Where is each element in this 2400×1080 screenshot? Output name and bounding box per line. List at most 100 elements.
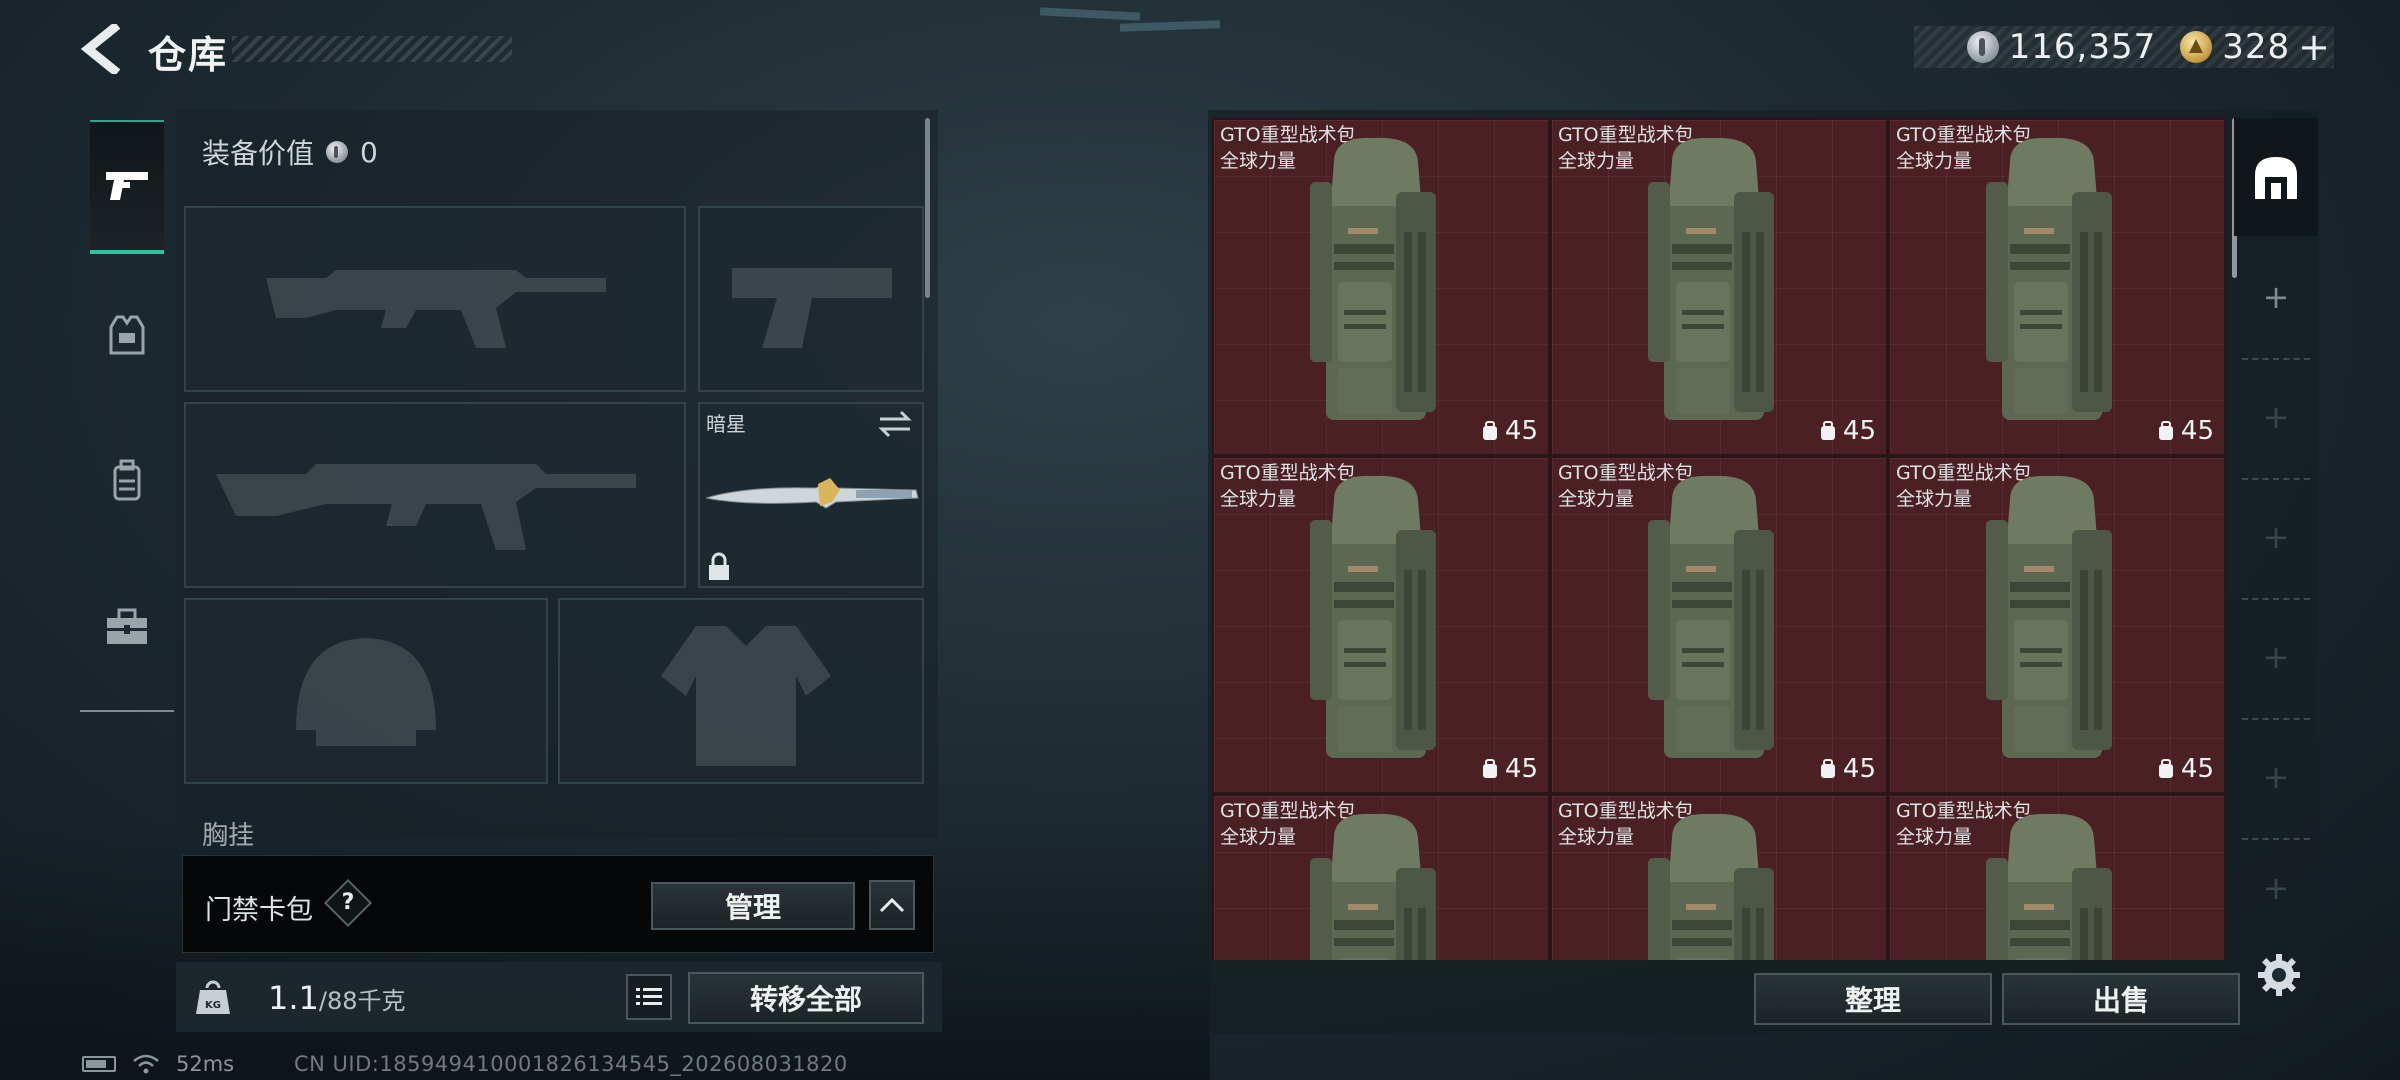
inventory-item[interactable]: GTO重型战术包 全球力量 45 xyxy=(1212,456,1550,794)
equipment-value-amount: 0 xyxy=(360,135,378,169)
equipment-scrollbar[interactable] xyxy=(925,118,930,298)
add-storage-label: + xyxy=(2262,758,2290,796)
inventory-panel: GTO重型战术包 全球力量 45 GTO重型战术包 全球力量 45 GTO重型战… xyxy=(1208,110,2318,1034)
inventory-item[interactable]: GTO重型战术包 全球力量 45 xyxy=(1888,794,2226,960)
inventory-item[interactable]: GTO重型战术包 全球力量 45 xyxy=(1550,456,1888,794)
item-subtitle: 全球力量 xyxy=(1220,826,1297,848)
settings-gear-icon[interactable] xyxy=(2256,952,2302,998)
primary-weapon-slot[interactable] xyxy=(184,206,686,392)
armor-silhouette-icon xyxy=(661,626,831,766)
secondary-weapon-slot[interactable] xyxy=(184,402,686,588)
equipment-value: 装备价值 0 xyxy=(202,132,378,172)
item-capacity-value: 45 xyxy=(1504,754,1538,784)
add-storage-tab[interactable]: + xyxy=(2234,238,2318,356)
ceiling-light xyxy=(1039,7,1141,21)
item-subtitle: 全球力量 xyxy=(1896,150,1973,172)
warehouse-icon xyxy=(2255,157,2297,199)
backpack-icon xyxy=(1986,137,2112,420)
item-subtitle: 全球力量 xyxy=(1558,150,1635,172)
rail-divider xyxy=(80,710,174,712)
silver-amount: 116,357 xyxy=(2008,27,2157,67)
item-capacity: 45 xyxy=(2157,416,2214,446)
item-capacity-value: 45 xyxy=(2180,416,2214,446)
tab-supplies[interactable] xyxy=(90,560,164,694)
add-storage-label: + xyxy=(2262,398,2290,436)
list-view-button[interactable] xyxy=(626,974,672,1020)
back-arrow-icon[interactable] xyxy=(78,24,124,74)
ping-value: 52ms xyxy=(176,1052,235,1076)
toolbox-icon xyxy=(107,608,147,644)
inventory-item[interactable]: GTO重型战术包 全球力量 45 xyxy=(1550,118,1888,456)
weight-readout: 1.1/88千克 xyxy=(268,979,406,1017)
inventory-item[interactable]: GTO重型战术包 全球力量 45 xyxy=(1550,794,1888,960)
add-storage-tab[interactable]: + xyxy=(2234,838,2318,938)
item-subtitle: 全球力量 xyxy=(1896,826,1973,848)
add-storage-tab[interactable]: + xyxy=(2234,478,2318,596)
tab-main-storage[interactable] xyxy=(2234,118,2318,236)
tab-weapons[interactable] xyxy=(90,120,164,254)
item-capacity-value: 45 xyxy=(2180,754,2214,784)
item-capacity: 45 xyxy=(1481,754,1538,784)
item-capacity-value: 45 xyxy=(1842,416,1876,446)
add-storage-label: + xyxy=(2262,278,2290,316)
backpack-icon xyxy=(1310,813,1436,960)
capacity-bag-icon xyxy=(2158,759,2173,778)
silver-coin-icon xyxy=(326,141,349,163)
manage-button[interactable]: 管理 xyxy=(651,882,855,930)
pistol-silhouette-icon xyxy=(732,268,892,348)
tab-gear[interactable] xyxy=(90,268,164,402)
sort-button[interactable]: 整理 xyxy=(1754,973,1992,1025)
pistol-slot[interactable] xyxy=(698,206,924,392)
add-storage-tab[interactable]: + xyxy=(2234,598,2318,716)
item-capacity: 45 xyxy=(1819,754,1876,784)
transfer-all-button[interactable]: 转移全部 xyxy=(688,972,924,1024)
device-status: 52ms xyxy=(82,1052,234,1076)
weight-bar: KG 1.1/88千克 转移全部 xyxy=(176,962,942,1032)
chest-rig-label: 胸挂 xyxy=(202,821,255,851)
helmet-slot[interactable] xyxy=(184,598,548,784)
item-capacity-value: 45 xyxy=(1504,416,1538,446)
backpack-icon xyxy=(113,459,141,501)
inventory-item[interactable]: GTO重型战术包 全球力量 45 xyxy=(1888,118,2226,456)
access-card-bag: 门禁卡包 ? 管理 xyxy=(182,855,934,953)
backpack-icon xyxy=(1986,813,2112,960)
currency-bar: 116,357 328 + xyxy=(1914,25,2334,69)
rifle-silhouette-icon xyxy=(216,464,636,550)
weight-current: 1.1 xyxy=(268,979,319,1017)
capacity-bag-icon xyxy=(1482,759,1497,778)
item-capacity: 45 xyxy=(1819,416,1876,446)
add-currency-button[interactable]: + xyxy=(2298,25,2330,69)
armor-slot[interactable] xyxy=(558,598,924,784)
help-icon[interactable]: ? xyxy=(323,878,373,928)
melee-slot[interactable]: 暗星 xyxy=(698,402,924,588)
backpack-icon xyxy=(1310,475,1436,758)
backpack-icon xyxy=(1648,813,1774,960)
access-card-label: 门禁卡包 xyxy=(205,895,313,926)
item-subtitle: 全球力量 xyxy=(1558,826,1635,848)
item-capacity: 45 xyxy=(1481,416,1538,446)
backpack-icon xyxy=(1648,137,1774,420)
item-subtitle: 全球力量 xyxy=(1220,488,1297,510)
item-subtitle: 全球力量 xyxy=(1220,150,1297,172)
backpack-icon xyxy=(1648,475,1774,758)
category-rail xyxy=(80,108,174,712)
weight-capacity: /88千克 xyxy=(318,987,406,1015)
pistol-icon xyxy=(106,172,148,200)
collapse-button[interactable] xyxy=(869,880,915,930)
add-storage-tab[interactable]: + xyxy=(2234,358,2318,476)
knife-icon xyxy=(706,478,919,509)
inventory-item[interactable]: GTO重型战术包 全球力量 45 xyxy=(1212,794,1550,960)
rifle-silhouette-icon xyxy=(266,270,606,348)
inventory-item[interactable]: GTO重型战术包 全球力量 45 xyxy=(1888,456,2226,794)
add-storage-label: + xyxy=(2262,638,2290,676)
vest-icon xyxy=(109,315,145,355)
item-capacity-value: 45 xyxy=(1842,754,1876,784)
user-uid: CN UID:185949410001826134545_20260803182… xyxy=(294,1052,848,1076)
swap-icon[interactable] xyxy=(878,410,912,438)
inventory-item[interactable]: GTO重型战术包 全球力量 45 xyxy=(1212,118,1550,456)
equipment-panel: 装备价值 0 暗星 胸挂 xyxy=(176,110,938,851)
add-storage-tab[interactable]: + xyxy=(2234,718,2318,836)
tab-backpack[interactable] xyxy=(90,414,164,548)
silver-coin-icon xyxy=(1966,31,1999,63)
sell-button[interactable]: 出售 xyxy=(2002,973,2240,1025)
